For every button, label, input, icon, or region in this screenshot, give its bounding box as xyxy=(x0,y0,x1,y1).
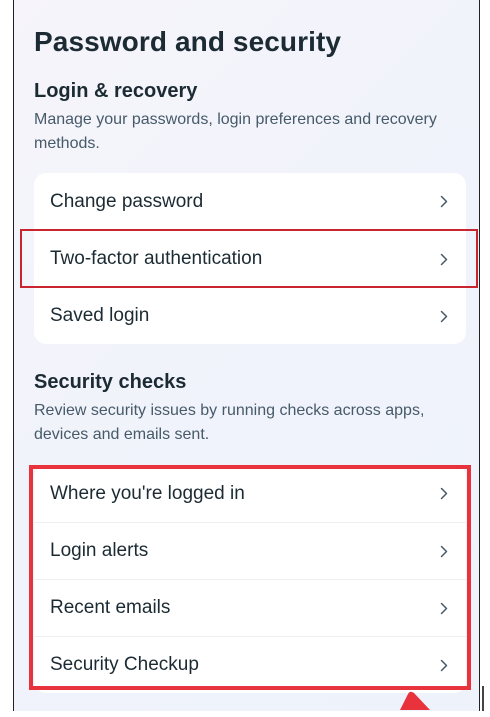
row-label: Security Checkup xyxy=(50,654,199,675)
row-label: Two-factor authentication xyxy=(50,248,263,269)
settings-screen: Password and security Login & recovery M… xyxy=(13,0,480,711)
row-label: Where you're logged in xyxy=(50,482,245,504)
chevron-right-icon xyxy=(438,251,450,267)
chevron-right-icon xyxy=(438,600,450,616)
security-checks-card: Where you're logged in Login alerts Rece… xyxy=(34,465,466,693)
recent-emails-item[interactable]: Recent emails xyxy=(34,579,466,636)
section-description-security-checks: Review security issues by running checks… xyxy=(34,402,425,443)
row-label: Login alerts xyxy=(50,540,149,561)
row-label: Change password xyxy=(50,190,204,212)
row-label: Saved login xyxy=(50,305,150,326)
section-description-login-recovery: Manage your passwords, login preferences… xyxy=(34,111,437,152)
chevron-right-icon xyxy=(438,543,450,559)
security-checkup-item[interactable]: Security Checkup xyxy=(34,636,466,693)
chevron-right-icon xyxy=(438,308,450,324)
section-title-security-checks: Security checks xyxy=(34,371,187,393)
scrollbar-edge xyxy=(482,686,484,711)
saved-login-item[interactable]: Saved login xyxy=(34,287,466,344)
change-password-item[interactable]: Change password xyxy=(34,173,466,230)
page-title: Password and security xyxy=(34,26,342,57)
pointer-cursor-icon xyxy=(396,690,432,712)
section-title-login-recovery: Login & recovery xyxy=(34,80,198,102)
login-recovery-card: Change password Two-factor authenticatio… xyxy=(34,173,466,344)
chevron-right-icon xyxy=(438,486,450,502)
chevron-right-icon xyxy=(438,194,450,210)
row-label: Recent emails xyxy=(50,597,171,618)
two-factor-authentication-item[interactable]: Two-factor authentication xyxy=(34,230,466,287)
login-alerts-item[interactable]: Login alerts xyxy=(34,522,466,579)
chevron-right-icon xyxy=(438,657,450,673)
where-youre-logged-in-item[interactable]: Where you're logged in xyxy=(34,465,466,522)
